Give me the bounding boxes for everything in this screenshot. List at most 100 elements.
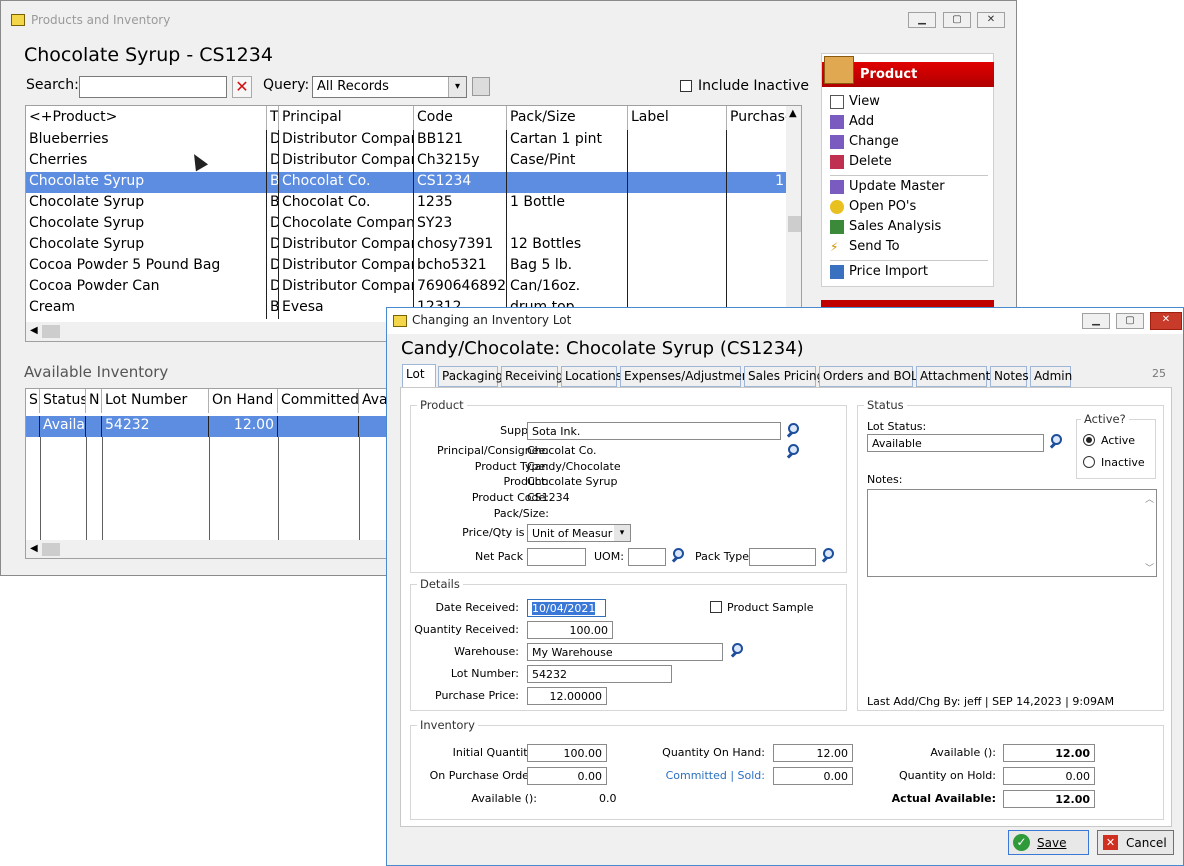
maximize-button[interactable]: ▢ <box>1116 313 1144 329</box>
table-row[interactable]: CherriesDDistributor CompanCh3215yCase/P… <box>26 151 801 172</box>
qty-received-input[interactable]: 100.00 <box>527 621 613 639</box>
table-cell: Chocolate Company <box>279 214 414 235</box>
tab-notes[interactable]: Notes <box>990 366 1029 387</box>
scroll-up-icon[interactable]: ▲ <box>789 108 797 119</box>
table-row[interactable]: Cocoa Powder 5 Pound BagDDistributor Com… <box>26 256 801 277</box>
column-header-code[interactable]: Code <box>414 106 507 130</box>
qty-on-hold-label: Quantity on Hold: <box>899 769 996 782</box>
qty-on-hand-input[interactable]: 12.00 <box>773 744 853 762</box>
tab-expenses-adjustments[interactable]: Expenses/Adjustments <box>620 366 760 387</box>
lot-number-input[interactable]: 54232 <box>527 665 672 683</box>
column-header-available[interactable]: Ava <box>359 389 386 413</box>
product-code-value: CS1234 <box>527 491 570 504</box>
purchase-price-input[interactable]: 12.00000 <box>527 687 607 705</box>
table-row[interactable]: Cocoa Powder CanDDistributor Compan76906… <box>26 277 801 298</box>
chevron-down-icon[interactable]: ▾ <box>448 77 466 97</box>
table-row[interactable]: Chocolate Syrup B Chocolat Co. 1235 1 Bottle <box>26 193 801 214</box>
column-header-principal[interactable]: Principal <box>279 106 414 130</box>
pack-type-input[interactable] <box>749 548 816 566</box>
clear-search-icon[interactable]: ✕ <box>232 76 252 98</box>
close-button[interactable]: ✕ <box>1150 312 1182 330</box>
inactive-radio[interactable] <box>1083 456 1095 468</box>
add-label: Add <box>849 114 875 129</box>
tab-lot[interactable]: Lot <box>402 364 436 388</box>
supplier-search-icon[interactable] <box>785 422 803 440</box>
on-po-input[interactable]: 0.00 <box>527 767 607 785</box>
date-received-input[interactable]: 10/04/2021 <box>527 599 606 617</box>
minimize-button[interactable]: ▁ <box>1082 313 1110 329</box>
table-row[interactable]: Chocolate Syrup B Chocolat Co. CS1234 1 <box>26 172 801 193</box>
horizontal-scrollbar[interactable]: ◀ <box>26 540 386 558</box>
warehouse-search-icon[interactable] <box>729 642 747 660</box>
available-right-input[interactable]: 12.00 <box>1003 744 1095 762</box>
column-header-status[interactable]: Status <box>40 389 86 413</box>
save-button[interactable]: ✓ Save <box>1008 830 1089 855</box>
tab-locations[interactable]: Locations <box>561 366 622 387</box>
column-header-committed[interactable]: Committed <box>278 389 359 413</box>
column-header-type[interactable]: T <box>267 106 279 130</box>
title-bar: Changing an Inventory Lot ▁ ▢ ✕ <box>387 308 1183 334</box>
notes-textarea[interactable]: ︿ ﹀ <box>867 489 1157 577</box>
committed-sold-link[interactable]: Committed | Sold: <box>666 769 765 782</box>
table-cell <box>507 172 628 193</box>
table-row[interactable]: Availa 54232 12.00 <box>26 416 386 437</box>
net-pack-input[interactable] <box>527 548 586 566</box>
cancel-button[interactable]: ✕ Cancel <box>1097 830 1174 855</box>
lot-status-search-icon[interactable] <box>1048 433 1066 451</box>
minimize-button[interactable]: ▁ <box>908 12 936 28</box>
tab-sales-pricing[interactable]: Sales Pricing <box>744 366 824 387</box>
scrollbar-thumb[interactable] <box>42 543 60 556</box>
box-icon <box>824 56 854 84</box>
scroll-left-icon[interactable]: ◀ <box>30 543 38 554</box>
actual-available-input[interactable]: 12.00 <box>1003 790 1095 808</box>
scroll-up-icon[interactable]: ︿ <box>1145 492 1154 505</box>
column-header-purchase[interactable]: Purchase <box>727 106 787 130</box>
committed-sold-input[interactable]: 0.00 <box>773 767 853 785</box>
table-row[interactable]: Chocolate SyrupDDistributor Companchosy7… <box>26 235 801 256</box>
column-header-label[interactable]: Label <box>628 106 727 130</box>
column-header-pack-size[interactable]: Pack/Size <box>507 106 628 130</box>
close-button[interactable]: ✕ <box>977 12 1005 28</box>
qty-on-hold-input[interactable]: 0.00 <box>1003 767 1095 785</box>
lot-status-input[interactable]: Available <box>867 434 1044 452</box>
initial-qty-label: Initial Quantity: <box>452 746 537 759</box>
uom-search-icon[interactable] <box>670 547 688 565</box>
table-row[interactable]: Chocolate SyrupDChocolate CompanySY23 <box>26 214 801 235</box>
uom-input[interactable] <box>628 548 666 566</box>
chevron-down-icon[interactable]: ▾ <box>614 525 630 541</box>
search-input[interactable] <box>79 76 227 98</box>
pack-type-search-icon[interactable] <box>820 547 838 565</box>
supplier-input[interactable]: Sota Ink. <box>527 422 781 440</box>
initial-qty-input[interactable]: 100.00 <box>527 744 607 762</box>
tab-orders-bols[interactable]: Orders and BOLs <box>819 366 924 387</box>
query-edit-icon[interactable] <box>472 77 490 96</box>
table-row[interactable]: BlueberriesDDistributor CompanBB121Carta… <box>26 130 801 151</box>
tab-packaging[interactable]: Packaging <box>438 366 503 387</box>
column-header-lot-number[interactable]: Lot Number <box>102 389 209 413</box>
vertical-scrollbar[interactable]: ▲ <box>786 106 801 322</box>
sales-analysis-icon <box>830 220 844 234</box>
column-header-n[interactable]: N <box>86 389 102 413</box>
product-sample-checkbox[interactable] <box>710 601 722 613</box>
scroll-down-icon[interactable]: ﹀ <box>1145 561 1154 574</box>
warehouse-input[interactable]: My Warehouse <box>527 643 723 661</box>
scroll-left-icon[interactable]: ◀ <box>30 325 38 336</box>
tab-attachments[interactable]: Attachments <box>916 366 997 387</box>
table-cell: Chocolate Syrup <box>26 235 267 256</box>
tab-receiving[interactable]: Receiving <box>501 366 563 387</box>
open-pos-label: Open PO's <box>849 199 917 214</box>
column-header-product[interactable]: <+Product> <box>26 106 267 130</box>
query-select[interactable]: All Records <box>312 76 467 98</box>
column-header-on-hand[interactable]: On Hand <box>209 389 278 413</box>
column-header-s[interactable]: S <box>26 389 40 413</box>
scrollbar-thumb[interactable] <box>788 216 801 232</box>
active-radio[interactable] <box>1083 434 1095 446</box>
tab-admin[interactable]: Admin <box>1030 366 1072 387</box>
status-group: Status Lot Status: Available Active? Act… <box>857 398 1164 711</box>
principal-search-icon[interactable] <box>785 443 803 461</box>
table-cell <box>507 214 628 235</box>
scrollbar-thumb[interactable] <box>42 325 60 338</box>
include-inactive-checkbox[interactable] <box>680 80 692 92</box>
include-inactive-label: Include Inactive <box>698 78 809 94</box>
maximize-button[interactable]: ▢ <box>943 12 971 28</box>
